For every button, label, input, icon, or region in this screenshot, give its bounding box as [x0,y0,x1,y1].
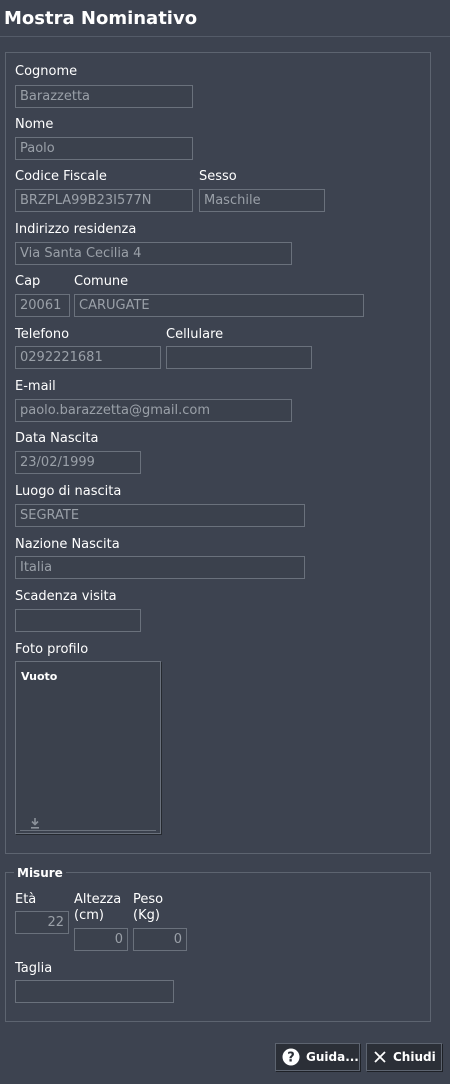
svg-text:?: ? [287,1051,295,1066]
cap-field[interactable]: 20061 [15,294,70,317]
altezza-label-line2: (cm) [74,908,104,923]
data-nascita-field[interactable]: 23/02/1999 [15,451,141,474]
nome-label: Nome [15,117,54,132]
cellulare-label: Cellulare [166,327,224,342]
eta-field[interactable]: 22 [15,911,69,934]
nazione-nascita-field[interactable]: Italia [15,556,305,579]
guida-button[interactable]: ? Guida... [275,1043,360,1071]
guida-button-label: Guida... [306,1050,359,1064]
cellulare-field[interactable] [166,346,312,369]
nome-field[interactable]: Paolo [15,137,193,160]
telefono-field[interactable]: 0292221681 [15,346,161,369]
chiudi-button-label: Chiudi [393,1050,436,1064]
data-nascita-label: Data Nascita [15,431,99,446]
telefono-label: Telefono [15,327,70,342]
scadenza-visita-label: Scadenza visita [15,589,117,604]
window-title: Mostra Nominativo [4,8,198,29]
luogo-nascita-field[interactable]: SEGRATE [15,504,305,527]
codice-fiscale-label: Codice Fiscale [15,169,107,184]
email-label: E-mail [15,379,56,394]
title-divider [0,36,450,37]
altezza-label-line1: Altezza [74,892,122,907]
cognome-label: Cognome [15,64,78,79]
luogo-nascita-label: Luogo di nascita [15,484,122,499]
codice-fiscale-field[interactable]: BRZPLA99B23I577N [15,189,193,212]
email-field[interactable]: paolo.barazzetta@gmail.com [15,399,292,422]
indirizzo-field[interactable]: Via Santa Cecilia 4 [15,242,292,265]
comune-label: Comune [74,274,129,289]
sesso-label: Sesso [199,169,237,184]
foto-profilo-box[interactable]: Vuoto [15,661,161,834]
cap-label: Cap [15,274,41,289]
foto-profilo-label: Foto profilo [15,642,89,657]
foto-toolbar [16,811,160,833]
close-icon [373,1050,387,1064]
chiudi-button[interactable]: Chiudi [366,1043,442,1071]
peso-field[interactable]: 0 [133,928,187,951]
help-icon: ? [282,1048,300,1066]
foto-placeholder-text: Vuoto [21,670,58,683]
sesso-field[interactable]: Maschile [199,189,325,212]
download-icon[interactable] [29,814,41,829]
scadenza-visita-field[interactable] [15,609,141,632]
misure-legend: Misure [14,866,66,880]
peso-label-line2: (Kg) [133,908,160,923]
nazione-nascita-label: Nazione Nascita [15,537,120,552]
altezza-field[interactable]: 0 [74,928,128,951]
taglia-label: Taglia [15,961,53,976]
comune-field[interactable]: CARUGATE [74,294,364,317]
peso-label-line1: Peso [133,892,164,907]
indirizzo-label: Indirizzo residenza [15,222,137,237]
cognome-field[interactable]: Barazzetta [15,85,193,108]
eta-label: Età [15,892,37,907]
taglia-field[interactable] [15,980,174,1003]
